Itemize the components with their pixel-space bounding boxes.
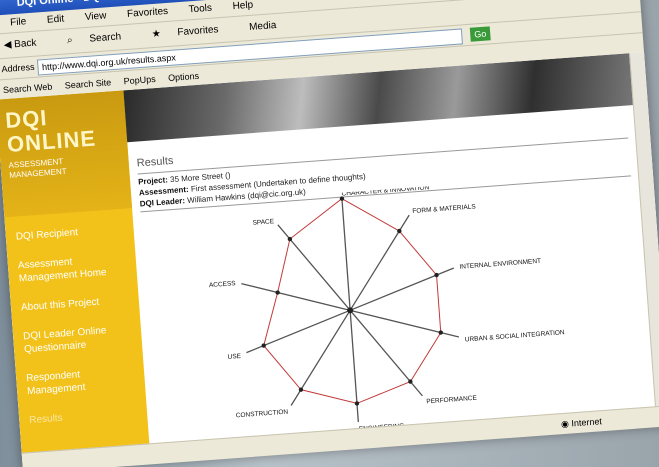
back-label: Back xyxy=(13,37,37,51)
radar-category-label: PERFORMANCE xyxy=(426,395,478,406)
menu-edit[interactable]: Edit xyxy=(47,14,65,26)
radar-category-label: URBAN & SOCIAL INTEGRATION xyxy=(465,329,566,343)
menu-file[interactable]: File xyxy=(10,16,27,28)
menu-view[interactable]: View xyxy=(84,10,106,23)
radar-category-label: INTERNAL ENVIRONMENT xyxy=(459,258,541,271)
menu-favorites[interactable]: Favorites xyxy=(127,6,169,20)
main-content: Results Project: 35 More Street () Asses… xyxy=(123,53,657,463)
favorites-button[interactable]: ★ Favorites xyxy=(151,23,232,40)
media-label: Media xyxy=(248,19,277,33)
search-label: Search xyxy=(89,31,122,45)
favorites-label: Favorites xyxy=(177,24,219,39)
radar-axis xyxy=(341,198,351,311)
radar-category-label: ACCESS xyxy=(209,280,237,289)
star-icon: ★ xyxy=(151,28,162,41)
radar-category-label: USE xyxy=(227,353,242,361)
menu-tools[interactable]: Tools xyxy=(188,3,212,16)
logo-subtitle: ASSESSMENT MANAGEMENT xyxy=(8,156,67,180)
radar-category-label: SPACE xyxy=(252,218,275,227)
link-search-site[interactable]: Search Site xyxy=(64,77,111,90)
search-button[interactable]: ⌕ Search xyxy=(67,30,136,46)
radar-point xyxy=(275,290,280,295)
media-button[interactable]: Media xyxy=(249,19,291,33)
search-icon: ⌕ xyxy=(66,34,74,47)
radar-point xyxy=(438,330,443,335)
radar-axis xyxy=(349,309,460,338)
radar-axis xyxy=(241,282,351,311)
go-button[interactable]: Go xyxy=(469,26,491,42)
page-viewport: DQI ONLINE ASSESSMENT MANAGEMENT DQI Rec… xyxy=(0,52,659,467)
link-options[interactable]: Options xyxy=(168,71,200,83)
back-button[interactable]: ◀ Back xyxy=(3,37,50,51)
link-popups[interactable]: PopUps xyxy=(123,74,156,86)
dqi-logo: DQI ONLINE ASSESSMENT MANAGEMENT xyxy=(0,90,133,218)
radar-point xyxy=(354,401,360,406)
browser-window: DQI Online - DQI Leader Area - Results -… xyxy=(0,0,659,467)
internet-zone: ◉ Internet xyxy=(560,411,603,434)
globe-icon: ◉ xyxy=(560,418,570,430)
radar-axis xyxy=(290,309,351,406)
menu-help[interactable]: Help xyxy=(232,0,253,12)
link-search-web[interactable]: Search Web xyxy=(3,82,53,96)
radar-category-label: FORM & MATERIALS xyxy=(412,203,476,215)
radar-axis xyxy=(349,214,410,311)
radar-category-label: CONSTRUCTION xyxy=(236,409,289,420)
address-label: Address xyxy=(1,61,35,75)
zone-label: Internet xyxy=(571,416,603,429)
desktop: DQI Online - DQI Leader Area - Results -… xyxy=(0,0,659,467)
